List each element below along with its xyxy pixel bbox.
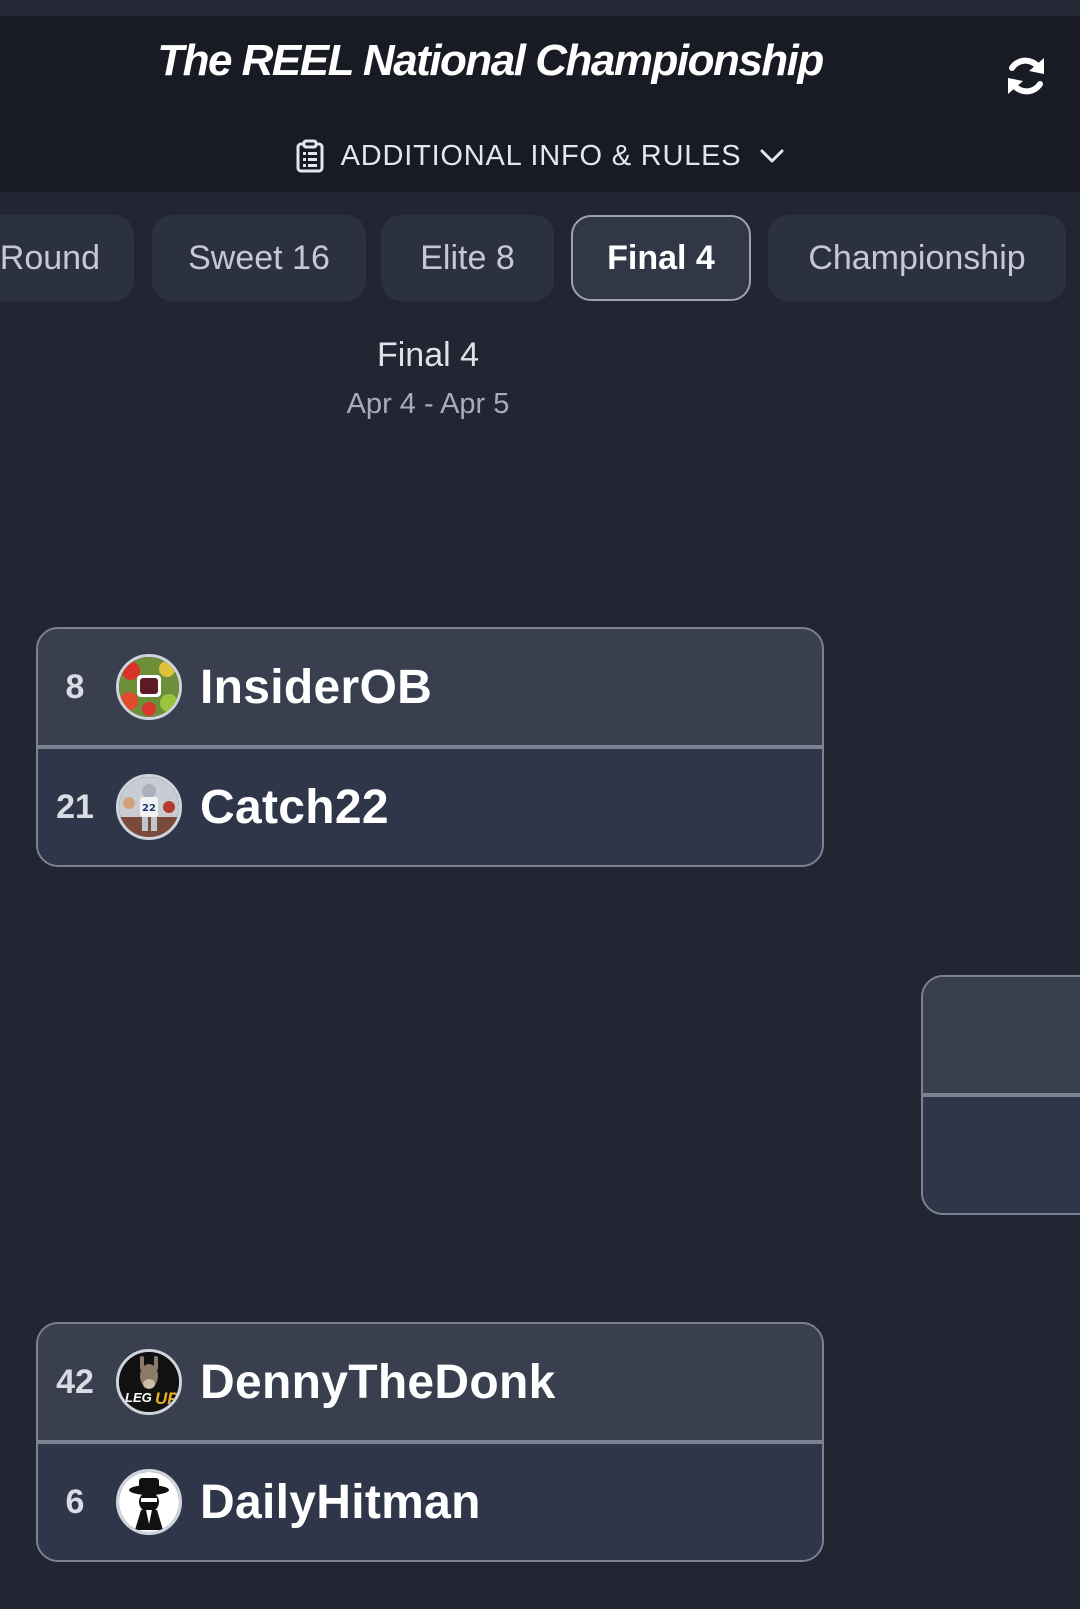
team-name: InsiderOB (200, 660, 433, 714)
page-title: The REEL National Championship (157, 36, 824, 85)
team-row[interactable]: 6 DailyHitman (38, 1444, 822, 1560)
team-row[interactable]: 21 22 Catch22 (38, 749, 822, 865)
team-name: DailyHitman (200, 1475, 481, 1529)
refresh-button[interactable] (998, 50, 1054, 106)
empty-team-slot (923, 977, 1080, 1093)
matchup-card: 42 LEG UP DennyTheDonk 6 DailyHitman (36, 1322, 824, 1562)
status-strip (0, 0, 1080, 16)
team-seed: 21 (56, 787, 94, 826)
avatar (116, 654, 182, 720)
avatar: 22 (116, 774, 182, 840)
team-name: DennyTheDonk (200, 1355, 556, 1409)
chevron-down-icon (759, 148, 785, 164)
next-matchup-card (921, 975, 1080, 1215)
team-row[interactable]: 8 InsiderOB (38, 629, 822, 745)
refresh-icon (1002, 52, 1050, 104)
matchup-card: 8 InsiderOB 21 22 Catch22 (36, 627, 824, 867)
additional-info-label: ADDITIONAL INFO & RULES (340, 139, 742, 172)
clipboard-icon (295, 139, 325, 173)
avatar (116, 1469, 182, 1535)
tab-final-4[interactable]: Final 4 (571, 215, 751, 301)
round-dates: Apr 4 - Apr 5 (346, 388, 510, 420)
app-header: The REEL National Championship ADDITIONA… (0, 16, 1080, 192)
team-row[interactable]: 42 LEG UP DennyTheDonk (38, 1324, 822, 1440)
team-seed: 8 (65, 667, 85, 706)
tab-sweet-16[interactable]: Sweet 16 (152, 215, 366, 301)
team-seed: 42 (56, 1362, 94, 1401)
tab-round[interactable]: Round (0, 215, 134, 301)
round-tabs: Round Sweet 16 Elite 8 Final 4 Champions… (0, 215, 1080, 301)
team-name: Catch22 (200, 780, 389, 834)
round-title: Final 4 (376, 336, 480, 374)
tab-championship[interactable]: Championship (768, 215, 1066, 301)
avatar: LEG UP (116, 1349, 182, 1415)
team-seed: 6 (65, 1482, 85, 1521)
additional-info-toggle[interactable]: ADDITIONAL INFO & RULES (0, 134, 1080, 178)
svg-text:LEG: LEG (125, 1390, 152, 1405)
empty-team-slot (923, 1097, 1080, 1213)
tab-elite-8[interactable]: Elite 8 (381, 215, 554, 301)
svg-text:22: 22 (142, 803, 156, 814)
svg-text:UP: UP (155, 1389, 179, 1408)
